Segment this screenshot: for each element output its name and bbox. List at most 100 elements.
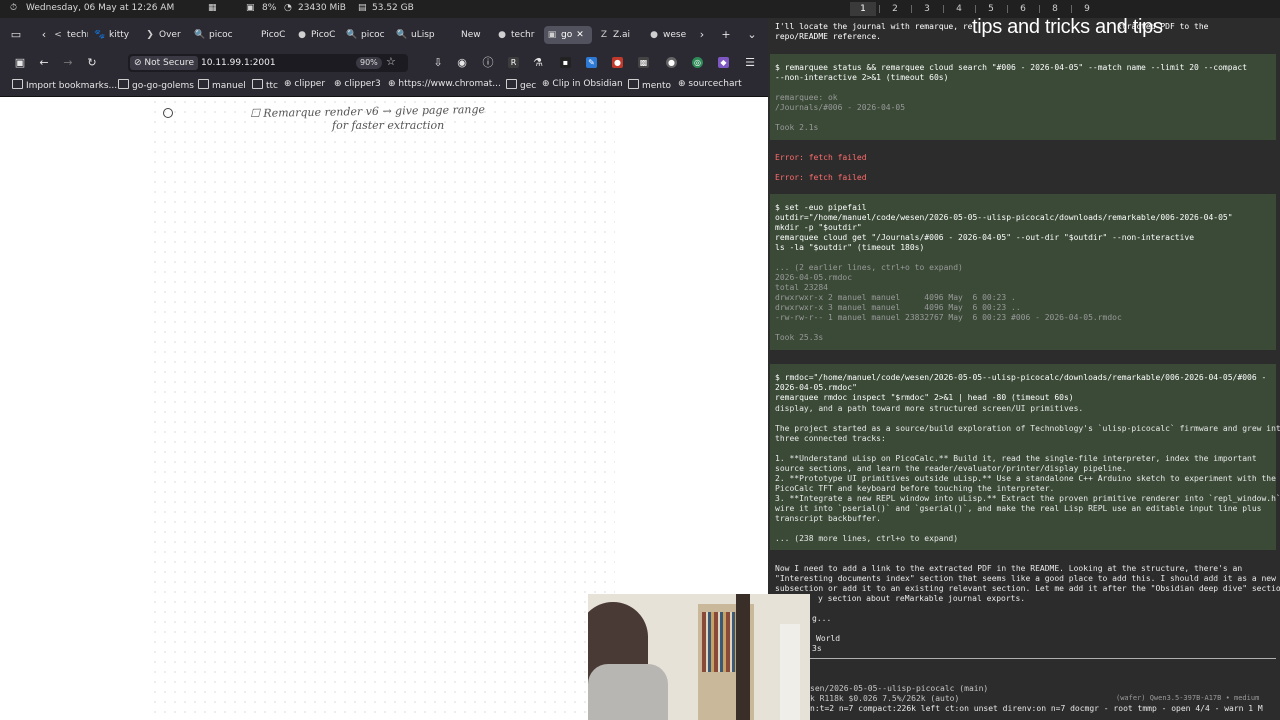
- tab-favicon-icon: ❯: [146, 30, 154, 40]
- webcam-overlay: [588, 594, 810, 720]
- overlay-caption: tips and tricks and tips: [972, 16, 1163, 38]
- tab[interactable]: < techr: [50, 26, 88, 44]
- workspace-3[interactable]: 3: [914, 2, 940, 16]
- bookmark-label: manuel: [212, 81, 246, 91]
- tab[interactable]: ● PicoC: [294, 26, 338, 44]
- tab-favicon-icon: 🐾: [94, 30, 106, 40]
- extension-red-icon[interactable]: ●: [612, 57, 623, 68]
- tab[interactable]: 🔍 picoc: [192, 26, 238, 44]
- tab[interactable]: Z Z.ai: [596, 26, 638, 44]
- account-icon[interactable]: ◉: [454, 55, 470, 71]
- import-icon: [12, 79, 23, 89]
- tab-label: Over: [159, 30, 181, 40]
- tab[interactable]: 🔍 uLisp: [394, 26, 438, 44]
- back-icon[interactable]: ←: [36, 55, 52, 71]
- agent-thinking: subsection or add it to an existing rele…: [775, 584, 1280, 593]
- tab-label: picoc: [209, 30, 233, 40]
- folder-icon: [506, 79, 517, 89]
- sidebar-toggle-icon[interactable]: ▣: [12, 55, 28, 71]
- extension-info-icon[interactable]: ⓘ: [480, 55, 496, 71]
- bookmark-folder[interactable]: mento: [628, 79, 671, 91]
- tab-label: Z.ai: [613, 30, 631, 40]
- forward-icon[interactable]: →: [60, 55, 76, 71]
- tab-favicon-icon: ▣: [547, 30, 557, 40]
- output-line: total 23284: [775, 283, 828, 292]
- workspace-5[interactable]: 5: [978, 2, 1004, 16]
- extension-green-icon[interactable]: ◎: [692, 57, 703, 68]
- memory-usage: 23430 MiB: [298, 3, 346, 13]
- extension-obsidian-icon[interactable]: ◆: [718, 57, 729, 68]
- workspace-6[interactable]: 6: [1010, 2, 1036, 16]
- extension-blue-icon[interactable]: ✎: [586, 57, 597, 68]
- bookmark-link[interactable]: ⊕ https://www.chromat...: [388, 79, 501, 89]
- workspace-8[interactable]: 8: [1042, 2, 1068, 16]
- tab-active[interactable]: ▣ go ✕: [544, 26, 592, 44]
- bookmark-link[interactable]: ⊕ sourcechart: [678, 79, 742, 89]
- bookmark-folder[interactable]: go-go-golems: [118, 79, 194, 91]
- page-margin-left: [0, 97, 150, 720]
- url-bar[interactable]: ⊘ Not Secure 10.11.99.1:2001 90% ☆: [128, 54, 408, 72]
- extension-image-icon[interactable]: ▩: [638, 57, 649, 68]
- new-tab-icon[interactable]: +: [718, 26, 734, 44]
- globe-icon: ⊕: [284, 79, 295, 89]
- bookmark-import[interactable]: Import bookmarks...: [12, 79, 117, 91]
- bookmark-link[interactable]: ⊕ clipper: [284, 79, 325, 89]
- menu-icon[interactable]: ☰: [742, 55, 758, 71]
- reload-icon[interactable]: ↻: [84, 55, 100, 71]
- terminal-divider: [772, 658, 1276, 659]
- close-tab-icon[interactable]: ✕: [576, 30, 584, 40]
- bookmark-folder[interactable]: gec: [506, 79, 536, 91]
- agent-thinking: y section about reMarkable journal expor…: [818, 594, 1026, 603]
- output-line: 2026-04-05.rmdoc: [775, 273, 853, 282]
- terminal-window[interactable]: I'll locate the journal with remarque, r…: [768, 18, 1280, 720]
- output-line[interactable]: ... (238 more lines, ctrl+o to expand): [775, 534, 958, 544]
- tab-list-icon[interactable]: ▭: [8, 26, 24, 44]
- tab[interactable]: ● techr: [494, 26, 538, 44]
- tab[interactable]: PicoC: [244, 26, 286, 44]
- output-line: display, and a path toward more structur…: [775, 404, 1084, 413]
- folder-icon: [628, 79, 639, 89]
- extension-dark-icon[interactable]: ▪: [560, 57, 571, 68]
- scroll-tabs-right-icon[interactable]: ›: [694, 26, 710, 44]
- terminal-status-path: sen/2026-05-05--ulisp-picocalc (main): [810, 684, 989, 693]
- workspace-1[interactable]: 1: [850, 2, 876, 16]
- extension-circle-icon[interactable]: ●: [666, 57, 677, 68]
- tab-label: PicoC: [311, 30, 336, 40]
- downloads-icon[interactable]: ⇩: [430, 55, 446, 71]
- output-line: World: [816, 634, 841, 643]
- tab-favicon-icon: Z: [600, 30, 608, 40]
- tab[interactable]: ❯ Over: [142, 26, 184, 44]
- workspace-2[interactable]: 2: [882, 2, 908, 16]
- bookmark-folder[interactable]: ttc: [252, 79, 278, 91]
- terminal-status-line: n:t=2 n=7 compact:226k left ct:on unset …: [810, 704, 1263, 713]
- bookmarks-bar: Import bookmarks... go-go-golems manuel …: [0, 74, 768, 97]
- list-all-tabs-icon[interactable]: ⌄: [744, 26, 760, 44]
- tab-favicon-icon: 🔍: [194, 30, 206, 40]
- bookmark-star-icon[interactable]: ☆: [386, 55, 396, 68]
- globe-icon: ⊕: [388, 79, 399, 89]
- folder-icon: [118, 79, 129, 89]
- apps-grid-icon[interactable]: ▦: [208, 3, 217, 13]
- extensions-icon[interactable]: ⚗: [530, 55, 546, 71]
- not-secure-badge[interactable]: ⊘ Not Secure: [130, 56, 198, 70]
- bookmark-folder[interactable]: manuel: [198, 79, 246, 91]
- workspace-9[interactable]: 9: [1074, 2, 1100, 16]
- output-line: wire it into `pserial()` and `gserial()`…: [775, 504, 1262, 513]
- tab[interactable]: 🐾 kitty: [92, 26, 134, 44]
- zoom-badge[interactable]: 90%: [356, 57, 382, 69]
- bookmark-link[interactable]: ⊕ clipper3: [334, 79, 381, 89]
- url-text[interactable]: 10.11.99.1:2001: [201, 56, 276, 70]
- bookmark-link[interactable]: ⊕ Clip in Obsidian: [542, 79, 623, 89]
- tab[interactable]: New: [444, 26, 486, 44]
- bookmark-label: ttc: [266, 81, 279, 91]
- output-line: 3s: [812, 644, 822, 653]
- cpu-icon: ▣: [246, 3, 255, 13]
- extension-r-icon[interactable]: R: [508, 57, 519, 68]
- bookmark-label: clipper3: [344, 79, 381, 89]
- tab[interactable]: 🔍 picoc: [344, 26, 388, 44]
- workspace-4[interactable]: 4: [946, 2, 972, 16]
- terminal-status-tokens: k R118k $0.026 7.5%/262k (auto): [810, 694, 960, 703]
- tab[interactable]: ● wese: [646, 26, 690, 44]
- output-line[interactable]: ... (2 earlier lines, ctrl+o to expand): [775, 263, 963, 273]
- command-line: outdir="/home/manuel/code/wesen/2026-05-…: [775, 213, 1233, 222]
